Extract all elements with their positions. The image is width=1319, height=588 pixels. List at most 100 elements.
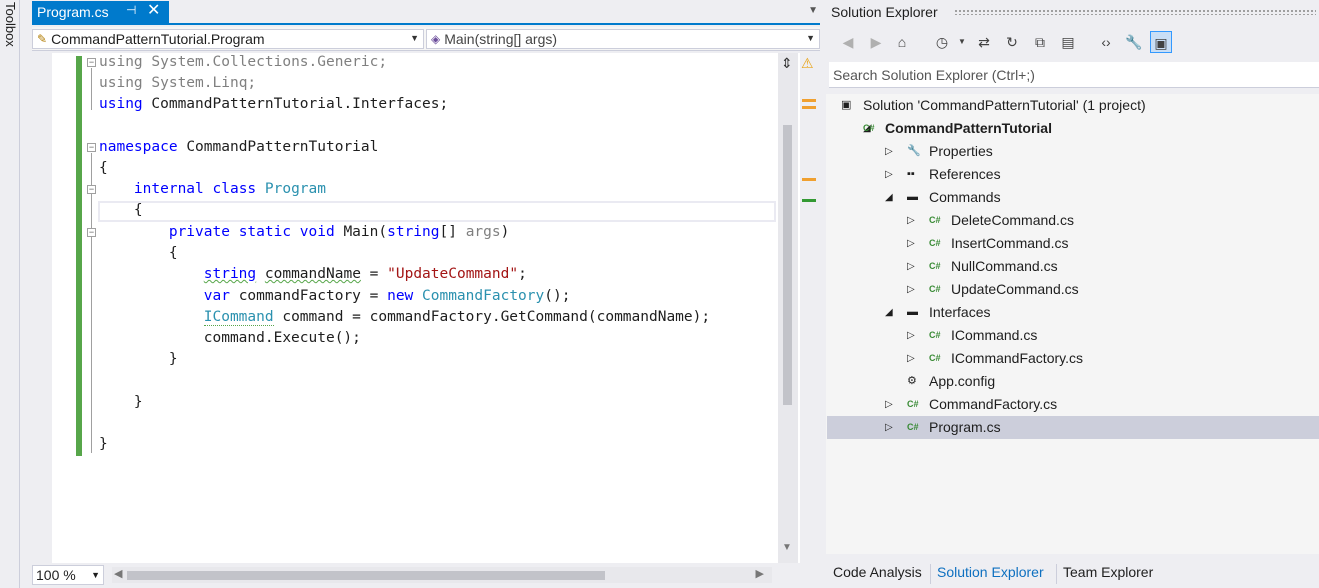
code-line[interactable]: internal class Program (99, 179, 326, 200)
scroll-left-icon[interactable]: ◀ (114, 567, 122, 580)
tree-item[interactable]: ▷ C# InsertCommand.cs (827, 232, 1319, 255)
code-token: class (212, 181, 265, 197)
code-line[interactable]: ICommand command = commandFactory.GetCom… (99, 307, 710, 328)
collapsed-arrow-icon[interactable]: ▷ (907, 255, 915, 278)
toolbox-strip[interactable]: Toolbox (0, 0, 20, 588)
chevron-down-icon[interactable]: ▼ (951, 31, 973, 53)
pin-icon[interactable]: ⊣ (126, 3, 136, 17)
member-dropdown[interactable]: ◈ Main(string[] args) ▼ (426, 29, 820, 49)
collapsed-arrow-icon[interactable]: ▷ (885, 416, 893, 439)
code-line[interactable]: { (99, 158, 108, 179)
tree-item[interactable]: ▷ ▪▪ References (827, 163, 1319, 186)
code-token: ICommand (203, 309, 274, 326)
code-line[interactable]: var commandFactory = new CommandFactory(… (99, 286, 571, 307)
tree-item[interactable]: ▷ C# ICommand.cs (827, 324, 1319, 347)
back-icon[interactable]: ◀ (837, 31, 859, 53)
preview-icon[interactable]: ▣ (1150, 31, 1172, 53)
editor-horizontal-scrollbar[interactable]: ◀ ▶ (112, 567, 772, 583)
code-token: using (99, 96, 152, 112)
code-line[interactable]: { (99, 243, 178, 264)
collapsed-arrow-icon[interactable]: ▷ (885, 140, 893, 163)
code-line[interactable]: } (99, 349, 178, 370)
code-token: CommandPatternTutorial.Interfaces; (151, 96, 449, 112)
code-token: System.Collections.Generic; (151, 54, 388, 70)
collapsed-arrow-icon[interactable]: ▷ (907, 232, 915, 255)
class-dropdown[interactable]: ✎ CommandPatternTutorial.Program ▼ (32, 29, 424, 49)
collapsed-arrow-icon[interactable]: ▷ (907, 278, 915, 301)
panel-title: Solution Explorer (831, 4, 938, 20)
class-dropdown-value: CommandPatternTutorial.Program (51, 31, 265, 47)
show-all-files-icon[interactable]: ▤ (1057, 31, 1079, 53)
expanded-arrow-icon[interactable]: ◢ (885, 186, 893, 209)
zoom-value: 100 % (36, 567, 76, 583)
scroll-right-icon[interactable]: ▶ (756, 567, 764, 580)
collapse-class-toggle[interactable]: − (87, 185, 96, 194)
tree-item[interactable]: ▷ 🔧 Properties (827, 140, 1319, 163)
view-code-icon[interactable]: ‹› (1095, 31, 1117, 53)
split-handle-icon[interactable]: ⇕ (781, 55, 793, 72)
tab-solution-explorer[interactable]: Solution Explorer (934, 564, 1047, 580)
collapsed-arrow-icon[interactable]: ▷ (885, 393, 893, 416)
refresh-icon[interactable]: ↻ (1001, 31, 1023, 53)
tree-item-label: InsertCommand.cs (951, 235, 1069, 251)
tree-item[interactable]: ▷ C# CommandFactory.cs (827, 393, 1319, 416)
collapsed-arrow-icon[interactable]: ▷ (885, 163, 893, 186)
scroll-thumb[interactable] (127, 571, 605, 580)
home-icon[interactable]: ⌂ (891, 31, 913, 53)
collapse-method-toggle[interactable]: − (87, 228, 96, 237)
solution-search-input[interactable]: Search Solution Explorer (Ctrl+;) (829, 62, 1319, 88)
code-line[interactable]: } (99, 434, 108, 455)
tree-item[interactable]: ▷ C# DeleteCommand.cs (827, 209, 1319, 232)
references-icon: ▪▪ (907, 168, 915, 180)
expanded-arrow-icon[interactable]: ◢ (885, 301, 893, 324)
code-line[interactable]: } (99, 392, 143, 413)
editor-vertical-scrollbar[interactable]: ⇕ ▼ (778, 53, 798, 563)
tree-item-label: Interfaces (929, 304, 991, 320)
code-token: var (99, 288, 239, 304)
tree-item[interactable]: ⚙ App.config (827, 370, 1319, 393)
code-line[interactable]: using CommandPatternTutorial.Interfaces; (99, 94, 448, 115)
warning-icon[interactable]: ⚠ (801, 55, 814, 72)
code-line[interactable]: using System.Collections.Generic; (99, 52, 387, 73)
collapsed-arrow-icon[interactable]: ▷ (907, 347, 915, 370)
csharp-project-icon: C# (863, 123, 875, 133)
tree-item[interactable]: ◢ ▬ Interfaces (827, 301, 1319, 324)
scroll-down-icon[interactable]: ▼ (782, 542, 792, 553)
code-line[interactable]: using System.Linq; (99, 73, 256, 94)
code-line[interactable]: string commandName = "UpdateCommand"; (99, 264, 527, 285)
change-tracking-bar (76, 56, 82, 456)
tab-overflow-chevron-icon[interactable]: ▼ (808, 5, 818, 16)
code-line[interactable]: namespace CommandPatternTutorial (99, 137, 378, 158)
tree-item[interactable]: ◢ C# CommandPatternTutorial (827, 117, 1319, 140)
warning-mark[interactable] (802, 106, 816, 109)
sync-icon[interactable]: ⇄ (973, 31, 995, 53)
warning-mark[interactable] (802, 99, 816, 102)
tree-item[interactable]: ▷ C# Program.cs (827, 416, 1319, 439)
tree-item[interactable]: ▷ C# ICommandFactory.cs (827, 347, 1319, 370)
chevron-down-icon: ▼ (806, 33, 815, 43)
scroll-thumb[interactable] (783, 125, 792, 405)
collapsed-arrow-icon[interactable]: ▷ (907, 324, 915, 347)
code-line[interactable]: command.Execute(); (99, 328, 361, 349)
collapsed-arrow-icon[interactable]: ▷ (907, 209, 915, 232)
collapse-using-toggle[interactable]: − (87, 58, 96, 67)
tab-program-cs[interactable]: Program.cs ⊣ ✕ (32, 1, 169, 23)
tab-team-explorer[interactable]: Team Explorer (1060, 564, 1156, 580)
code-line[interactable]: private static void Main(string[] args) (99, 222, 510, 243)
zoom-dropdown[interactable]: 100 % ▼ (32, 565, 104, 585)
history-icon[interactable]: ◷ (931, 31, 953, 53)
panel-grip[interactable] (954, 9, 1316, 15)
collapse-namespace-toggle[interactable]: − (87, 143, 96, 152)
toolbox-label[interactable]: Toolbox (3, 2, 18, 47)
tree-item[interactable]: ▣ Solution 'CommandPatternTutorial' (1 pr… (827, 94, 1319, 117)
properties-icon[interactable]: 🔧 (1123, 31, 1145, 53)
warning-mark[interactable] (802, 178, 816, 181)
tree-item[interactable]: ▷ C# UpdateCommand.cs (827, 278, 1319, 301)
collapse-all-icon[interactable]: ⧉ (1029, 31, 1051, 53)
forward-icon[interactable]: ▶ (865, 31, 887, 53)
tab-code-analysis[interactable]: Code Analysis (830, 564, 925, 580)
close-icon[interactable]: ✕ (147, 0, 160, 20)
code-line[interactable]: { (99, 200, 143, 221)
tree-item[interactable]: ◢ ▬ Commands (827, 186, 1319, 209)
tree-item[interactable]: ▷ C# NullCommand.cs (827, 255, 1319, 278)
